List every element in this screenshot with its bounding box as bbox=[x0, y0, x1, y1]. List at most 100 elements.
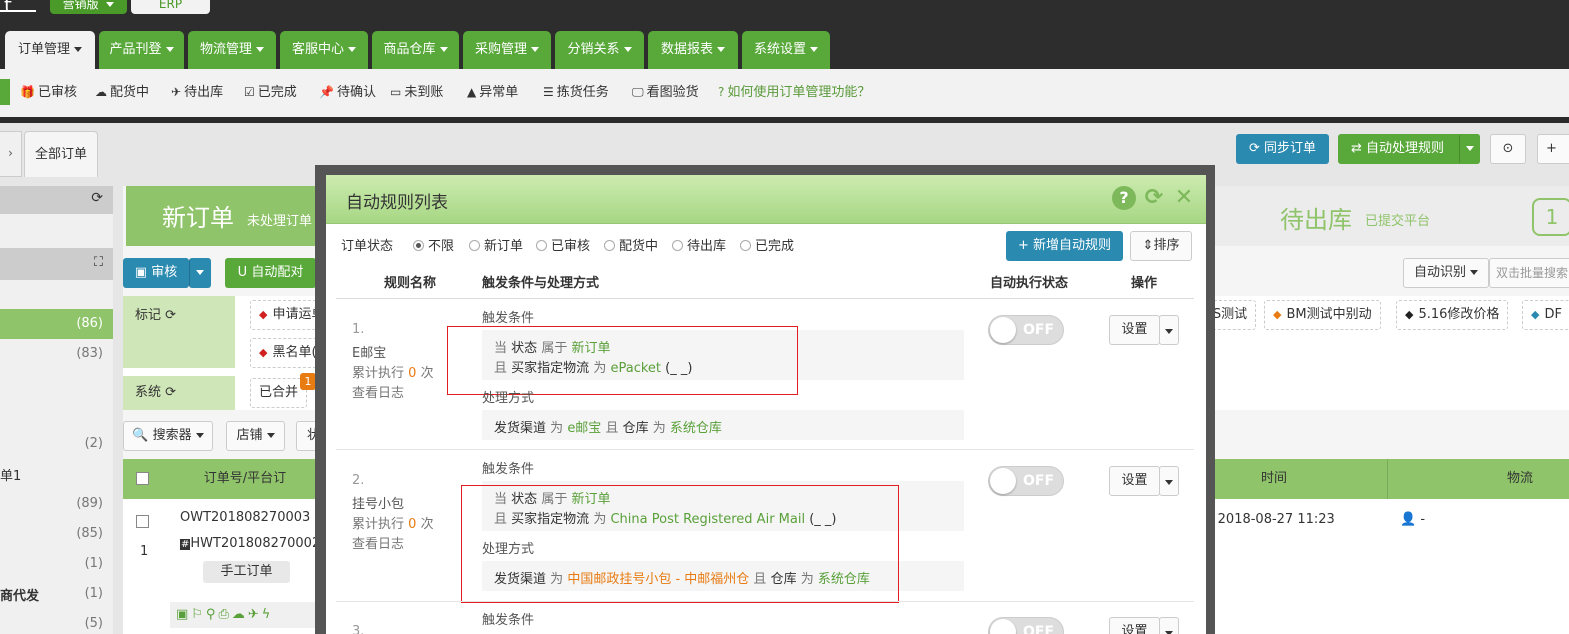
select-all-checkbox[interactable] bbox=[136, 472, 149, 485]
clock-button[interactable]: ⊙ bbox=[1490, 134, 1526, 164]
auto-exec-toggle[interactable]: OFF bbox=[988, 617, 1064, 634]
store-dropdown[interactable]: 店铺 bbox=[226, 421, 285, 451]
search-icon: 🔍 bbox=[132, 428, 149, 443]
subnav-help-link[interactable]: ? 如何使用订单管理功能？ bbox=[718, 69, 870, 117]
mark-tag[interactable]: ◆ DF bbox=[1522, 300, 1569, 330]
subnav-unpaid[interactable]: ▭ 未到账 bbox=[390, 69, 443, 117]
process-action: 发货渠道 为 e邮宝 且 仓库 为 系统仓库 bbox=[494, 421, 722, 436]
view-log-link[interactable]: 查看日志 bbox=[352, 382, 404, 401]
tab-customer-service[interactable]: 客服中心 bbox=[280, 31, 368, 69]
sitemap-icon[interactable]: ⛶ bbox=[94, 255, 103, 270]
mark-filter-label: 标记 ⟳ bbox=[123, 296, 235, 368]
pending-out-count: 1 bbox=[1532, 198, 1569, 236]
platform-order-number[interactable]: #HWT201808270002 bbox=[180, 536, 320, 551]
close-icon[interactable]: ✕ bbox=[1172, 186, 1196, 210]
status-radio-completed[interactable]: 已完成 bbox=[740, 235, 794, 254]
status-radio-all[interactable]: 不限 bbox=[413, 235, 454, 254]
sidebar-item[interactable]: (1) bbox=[0, 549, 113, 579]
order-number[interactable]: OWT201808270003 bbox=[180, 510, 310, 525]
sidebar-item[interactable]: (2) bbox=[0, 429, 113, 459]
rule-settings-dropdown[interactable] bbox=[1159, 466, 1179, 496]
sidebar-item[interactable]: (5) bbox=[0, 609, 113, 634]
chevron-down-icon bbox=[1165, 329, 1173, 334]
subnav-allocating[interactable]: ☁ 配货中 bbox=[95, 69, 149, 117]
sidebar-item[interactable]: (83) bbox=[0, 339, 113, 369]
tab-scroll-arrow[interactable]: › bbox=[0, 131, 22, 177]
refresh-icon[interactable]: ⟳ bbox=[165, 308, 176, 323]
order-action-icons[interactable]: ▣⚐⚲⎙☁✈ϟ bbox=[170, 602, 316, 628]
rule-name: E邮宝 bbox=[352, 346, 387, 361]
column-time[interactable]: 时间 bbox=[1214, 459, 1334, 499]
tab-reports[interactable]: 数据报表 bbox=[648, 31, 738, 69]
refresh-icon[interactable]: ⟳ bbox=[1142, 186, 1166, 210]
tab-system-settings[interactable]: 系统设置 bbox=[742, 31, 830, 69]
trigger-label: 触发条件 bbox=[482, 311, 535, 326]
subnav-visual-check[interactable]: 🖵 看图验货 bbox=[632, 69, 699, 117]
rule-name: 挂号小包 bbox=[352, 497, 405, 512]
rule-settings-button[interactable]: 设置 bbox=[1109, 466, 1160, 496]
refresh-icon: ⟳ bbox=[1248, 141, 1264, 156]
edition-erp[interactable]: ERP bbox=[131, 0, 210, 14]
refresh-icon[interactable]: ⟳ bbox=[91, 190, 103, 206]
mark-tag[interactable]: ◆ BM测试中别动 bbox=[1264, 300, 1381, 330]
system-tag-merged[interactable]: 已合并 bbox=[250, 378, 308, 408]
row-checkbox[interactable] bbox=[136, 515, 149, 528]
add-order-button[interactable]: + bbox=[1537, 134, 1569, 164]
sidebar-item[interactable]: (1) bbox=[0, 579, 113, 609]
help-icon[interactable]: ? bbox=[1112, 186, 1136, 210]
edition-marketing[interactable]: 营销版 bbox=[50, 0, 127, 14]
status-radio-pending-out[interactable]: 待出库 bbox=[672, 235, 726, 254]
sidebar-item[interactable]: (89) bbox=[0, 489, 113, 519]
clock-icon: ⊙ bbox=[1502, 141, 1514, 156]
tab-warehouse[interactable]: 商品仓库 bbox=[372, 31, 459, 69]
sidebar-subheader: ⛶ bbox=[0, 248, 113, 280]
subnav-exception[interactable]: ▲ 异常单 bbox=[467, 69, 518, 117]
view-log-link[interactable]: 查看日志 bbox=[352, 533, 404, 552]
subnav-completed[interactable]: ☑ 已完成 bbox=[244, 69, 297, 117]
batch-search-input[interactable]: 双击批量搜索 bbox=[1489, 258, 1569, 288]
auto-match-button[interactable]: U 自动配对 bbox=[225, 258, 316, 288]
sidebar-label[interactable]: 单1 bbox=[0, 465, 21, 484]
review-dropdown[interactable] bbox=[189, 258, 211, 288]
rule-settings-button[interactable]: 设置 bbox=[1109, 315, 1160, 345]
credit-card-icon: ▭ bbox=[390, 85, 402, 99]
rule-settings-dropdown[interactable] bbox=[1159, 315, 1179, 345]
subnav-pending-out[interactable]: ✈ 待出库 bbox=[171, 69, 223, 117]
cloud-icon: ☁ bbox=[95, 85, 107, 99]
column-logistics[interactable]: 物流 bbox=[1460, 459, 1569, 499]
subnav-reviewed[interactable]: 🎁 已审核 bbox=[20, 69, 77, 117]
auto-identify-dropdown[interactable]: 自动识别 bbox=[1403, 258, 1489, 288]
radio-icon bbox=[469, 240, 480, 251]
auto-exec-toggle[interactable]: OFF bbox=[988, 315, 1064, 345]
sidebar-item[interactable]: (85) bbox=[0, 519, 113, 549]
column-order-no[interactable]: 订单号/平台订 bbox=[170, 459, 320, 499]
mark-tag[interactable]: ◆ 5.16修改价格 bbox=[1396, 300, 1509, 330]
tab-logistics[interactable]: 物流管理 bbox=[188, 31, 276, 69]
searcher-dropdown[interactable]: 🔍 搜索器 bbox=[123, 421, 213, 451]
rule-exec-count: 累计执行 0 次 bbox=[352, 366, 434, 381]
auto-exec-toggle[interactable]: OFF bbox=[988, 466, 1064, 496]
subnav-to-confirm[interactable]: 📌 待确认 bbox=[319, 69, 376, 117]
page-tab-all-orders[interactable]: 全部订单 bbox=[24, 131, 98, 177]
tab-order-management[interactable]: 订单管理 bbox=[5, 31, 95, 69]
tab-purchase[interactable]: 采购管理 bbox=[463, 31, 551, 69]
highlight-box bbox=[447, 326, 798, 395]
sidebar-item-new[interactable]: (86) bbox=[0, 309, 113, 339]
modal-title: 自动规则列表 bbox=[346, 193, 448, 213]
subnav-picking[interactable]: ☰ 拣货任务 bbox=[543, 69, 609, 117]
review-button[interactable]: ▣ 审核 bbox=[123, 258, 189, 288]
chevron-down-icon bbox=[1165, 480, 1173, 485]
auto-rules-dropdown[interactable] bbox=[1459, 134, 1480, 164]
tab-product-listing[interactable]: 产品刊登 bbox=[99, 31, 184, 69]
add-auto-rule-button[interactable]: + 新增自动规则 bbox=[1006, 231, 1123, 261]
order-time: : 2018-08-27 11:23 bbox=[1205, 512, 1335, 527]
sync-orders-button[interactable]: ⟳ 同步订单 bbox=[1236, 134, 1329, 164]
rule-settings-button[interactable]: 设置 bbox=[1109, 617, 1160, 634]
tab-distribution[interactable]: 分销关系 bbox=[555, 31, 644, 69]
status-radio-allocating[interactable]: 配货中 bbox=[604, 235, 658, 254]
rule-settings-dropdown[interactable] bbox=[1159, 617, 1179, 634]
status-radio-reviewed[interactable]: 已审核 bbox=[536, 235, 590, 254]
status-radio-new[interactable]: 新订单 bbox=[469, 235, 523, 254]
sort-button[interactable]: ⇕排序 bbox=[1130, 231, 1192, 261]
refresh-icon[interactable]: ⟳ bbox=[165, 385, 176, 400]
